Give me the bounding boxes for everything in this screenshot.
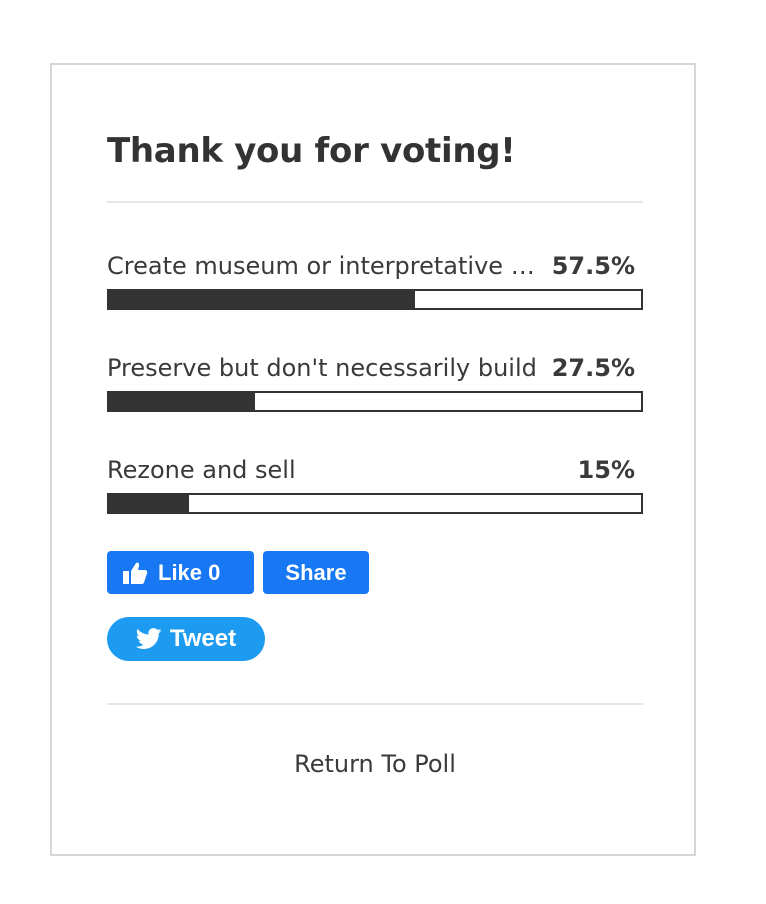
divider (107, 703, 643, 705)
page-title: Thank you for voting! (107, 131, 516, 171)
poll-option-bar-fill (109, 393, 256, 410)
poll-option-percent: 27.5% (551, 354, 635, 382)
poll-option-percent: 57.5% (551, 252, 635, 280)
poll-option: Create museum or interpretative center 5… (107, 250, 643, 314)
facebook-share-button[interactable]: Share (263, 551, 369, 594)
poll-option: Rezone and sell 15% (107, 454, 643, 518)
share-label: Share (285, 559, 347, 585)
poll-option-bar (107, 493, 643, 514)
poll-option-label: Create museum or interpretative center (107, 252, 547, 280)
divider (107, 201, 643, 203)
poll-option: Preserve but don't necessarily build 27.… (107, 352, 643, 416)
poll-results-card: Thank you for voting! Create museum or i… (50, 63, 696, 856)
like-label: Like 0 (158, 559, 221, 585)
return-to-poll-link[interactable]: Return To Poll (107, 750, 643, 778)
poll-option-bar-fill (109, 495, 189, 512)
thumbs-up-icon (123, 562, 148, 584)
poll-option-label: Rezone and sell (107, 456, 296, 484)
tweet-label: Tweet (169, 625, 237, 652)
twitter-bird-icon (135, 628, 162, 649)
poll-option-bar-fill (109, 291, 415, 308)
poll-option-percent: 15% (577, 456, 635, 484)
poll-option-bar (107, 289, 643, 310)
tweet-button[interactable]: Tweet (107, 617, 265, 661)
poll-option-bar (107, 391, 643, 412)
facebook-like-button[interactable]: Like 0 (107, 551, 254, 594)
poll-option-label: Preserve but don't necessarily build (107, 354, 537, 382)
